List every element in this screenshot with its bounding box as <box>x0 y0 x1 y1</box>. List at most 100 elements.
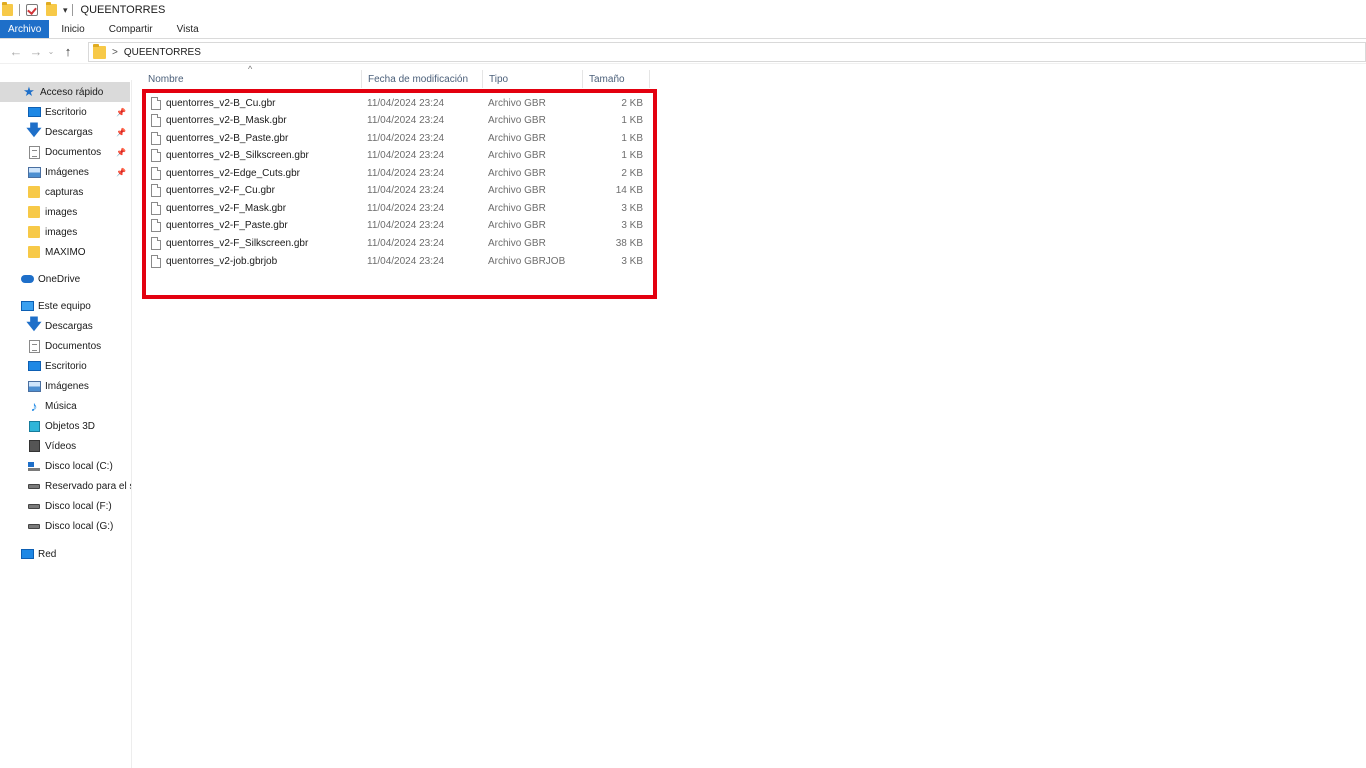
file-name: quentorres_v2-B_Silkscreen.gbr <box>166 150 309 161</box>
desktop-icon <box>27 359 41 373</box>
sidebar-item-disco-g[interactable]: Disco local (G:) <box>0 516 130 536</box>
sidebar-item-capturas[interactable]: capturas <box>0 182 130 202</box>
file-icon <box>151 132 161 145</box>
sidebar-item-videos[interactable]: Vídeos <box>0 436 130 456</box>
sidebar-item-descargas[interactable]: 🡇 Descargas 📌 <box>0 122 130 142</box>
file-row[interactable]: quentorres_v2-F_Mask.gbr 11/04/2024 23:2… <box>147 200 647 217</box>
sidebar-item-quick-access[interactable]: ★ Acceso rápido <box>0 82 130 102</box>
drive-icon <box>27 519 41 533</box>
drive-c-icon <box>27 459 41 473</box>
sidebar-item-images[interactable]: images <box>0 202 130 222</box>
sidebar-item-reservado[interactable]: Reservado para el si <box>0 476 131 496</box>
file-icon <box>151 184 161 197</box>
file-row[interactable]: quentorres_v2-B_Cu.gbr 11/04/2024 23:24 … <box>147 95 647 112</box>
sidebar-item-label: Escritorio <box>45 360 87 372</box>
sidebar-item-objetos-3d[interactable]: Objetos 3D <box>0 416 130 436</box>
file-row[interactable]: quentorres_v2-B_Paste.gbr 11/04/2024 23:… <box>147 130 647 147</box>
sidebar-item-label: Disco local (F:) <box>45 500 112 512</box>
back-button[interactable]: ← <box>6 44 26 59</box>
drive-icon <box>27 499 41 513</box>
folder-icon <box>27 245 41 259</box>
tab-archivo[interactable]: Archivo <box>0 20 50 38</box>
folder-icon <box>27 185 41 199</box>
file-type: Archivo GBR <box>488 150 546 161</box>
file-size: 2 KB <box>621 98 643 109</box>
file-row[interactable]: quentorres_v2-F_Silkscreen.gbr 11/04/202… <box>147 235 647 252</box>
file-row[interactable]: quentorres_v2-B_Silkscreen.gbr 11/04/202… <box>147 147 647 164</box>
pin-icon[interactable]: 📌 <box>116 168 126 177</box>
file-row[interactable]: quentorres_v2-F_Cu.gbr 11/04/2024 23:24 … <box>147 182 647 199</box>
sidebar-item-images[interactable]: images <box>0 222 130 242</box>
sidebar-item-escritorio[interactable]: Escritorio <box>0 356 130 376</box>
file-name: quentorres_v2-F_Paste.gbr <box>166 220 288 231</box>
file-icon <box>151 149 161 162</box>
customize-toolbar-dropdown[interactable]: ▾ <box>63 5 68 16</box>
sidebar-item-musica[interactable]: ♪ Música <box>0 396 130 416</box>
sidebar-item-imagenes[interactable]: Imágenes 📌 <box>0 162 130 182</box>
file-name: quentorres_v2-B_Paste.gbr <box>166 133 289 144</box>
file-size: 1 KB <box>621 115 643 126</box>
sidebar-item-label: Objetos 3D <box>45 420 96 432</box>
file-row[interactable]: quentorres_v2-F_Paste.gbr 11/04/2024 23:… <box>147 217 647 234</box>
sidebar-item-label: Red <box>38 548 57 560</box>
sidebar-item-imagenes[interactable]: Imágenes <box>0 376 130 396</box>
pin-icon[interactable]: 📌 <box>116 128 126 137</box>
file-modified: 11/04/2024 23:24 <box>367 133 445 144</box>
sidebar-item-disco-f[interactable]: Disco local (F:) <box>0 496 130 516</box>
file-size: 3 KB <box>621 220 643 231</box>
file-icon <box>151 167 161 180</box>
download-icon: 🡇 <box>26 122 42 139</box>
sidebar-item-red[interactable]: Red <box>0 544 130 564</box>
new-folder-icon[interactable] <box>46 2 57 16</box>
forward-button[interactable]: → <box>26 44 46 59</box>
pin-icon[interactable]: 📌 <box>116 148 126 157</box>
file-type: Archivo GBR <box>488 185 546 196</box>
star-icon: ★ <box>23 84 35 99</box>
sidebar-item-documentos[interactable]: Documentos <box>0 336 130 356</box>
file-icon <box>151 237 161 250</box>
column-header-modified[interactable]: Fecha de modificación <box>362 70 483 88</box>
documents-icon <box>27 145 41 159</box>
sidebar-item-label: capturas <box>45 186 84 198</box>
sidebar-item-maximo[interactable]: MAXIMO <box>0 242 130 262</box>
address-bar[interactable]: > QUEENTORRES <box>88 42 1366 62</box>
sidebar-item-descargas[interactable]: 🡇 Descargas <box>0 316 130 336</box>
file-modified: 11/04/2024 23:24 <box>367 238 445 249</box>
recent-locations-button[interactable]: ⌄ <box>46 47 56 56</box>
sidebar-item-este-equipo[interactable]: Este equipo <box>0 296 130 316</box>
sidebar-item-label: Imágenes <box>45 166 89 178</box>
properties-icon[interactable] <box>26 4 38 16</box>
sidebar-item-escritorio[interactable]: Escritorio 📌 <box>0 102 130 122</box>
tab-inicio[interactable]: Inicio <box>49 20 96 38</box>
download-icon: 🡇 <box>26 316 42 333</box>
network-icon <box>20 547 34 561</box>
file-modified: 11/04/2024 23:24 <box>367 150 445 161</box>
breadcrumb-separator[interactable]: > <box>112 47 118 58</box>
file-type: Archivo GBR <box>488 220 546 231</box>
file-icon <box>151 97 161 110</box>
column-header-name[interactable]: Nombre <box>142 70 362 88</box>
file-modified: 11/04/2024 23:24 <box>367 203 445 214</box>
navigation-pane: ★ Acceso rápido Escritorio 📌 🡇 Descargas… <box>0 80 132 768</box>
file-row[interactable]: quentorres_v2-B_Mask.gbr 11/04/2024 23:2… <box>147 112 647 129</box>
file-row[interactable]: quentorres_v2-Edge_Cuts.gbr 11/04/2024 2… <box>147 165 647 182</box>
breadcrumb-current[interactable]: QUEENTORRES <box>124 47 201 58</box>
column-header-size[interactable]: Tamaño <box>583 70 650 88</box>
pictures-icon <box>27 379 41 393</box>
tab-compartir[interactable]: Compartir <box>97 20 165 38</box>
pin-icon[interactable]: 📌 <box>116 108 126 117</box>
sidebar-item-disco-c[interactable]: Disco local (C:) <box>0 456 130 476</box>
tab-vista[interactable]: Vista <box>165 20 211 38</box>
sidebar-item-label: Disco local (C:) <box>45 460 113 472</box>
file-icon <box>151 255 161 268</box>
sidebar-item-documentos[interactable]: Documentos 📌 <box>0 142 130 162</box>
column-header-type[interactable]: Tipo <box>483 70 583 88</box>
file-icon <box>151 202 161 215</box>
sidebar-item-label: OneDrive <box>38 273 81 285</box>
up-button[interactable]: ↑ <box>58 44 78 59</box>
sidebar-item-onedrive[interactable]: OneDrive <box>0 269 130 289</box>
file-row[interactable]: quentorres_v2-job.gbrjob 11/04/2024 23:2… <box>147 253 647 270</box>
file-size: 1 KB <box>621 150 643 161</box>
sidebar-item-label: Descargas <box>45 320 93 332</box>
sidebar-item-label: Este equipo <box>38 300 91 312</box>
